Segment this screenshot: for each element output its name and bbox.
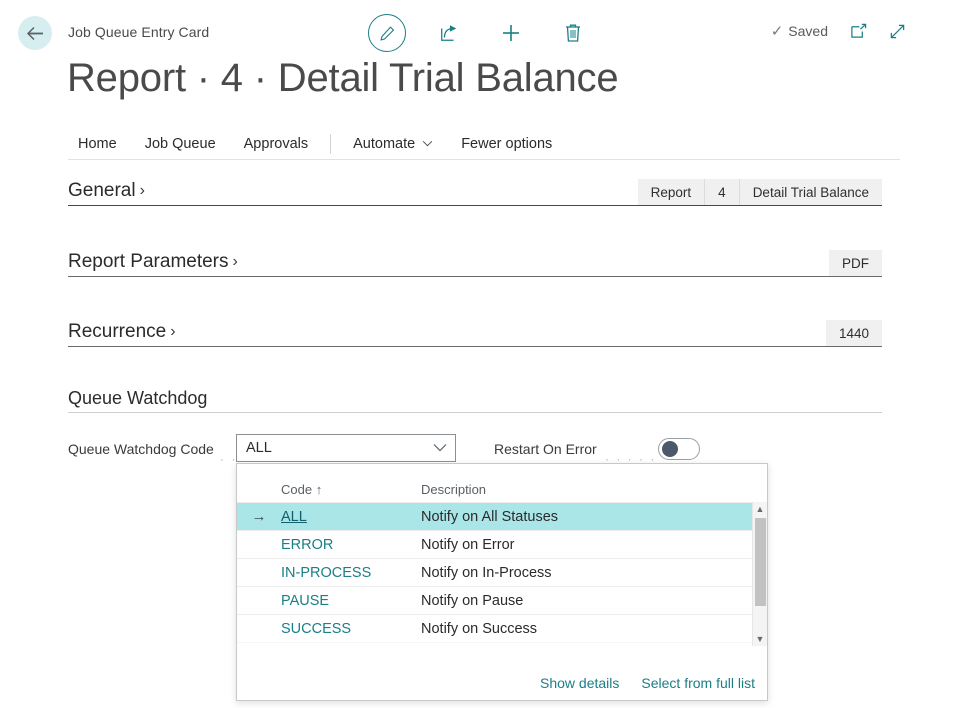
dropdown-footer: Show details Select from full list <box>237 666 768 700</box>
ribbon-item-job-queue[interactable]: Job Queue <box>131 131 230 157</box>
section-recurrence-title[interactable]: Recurrence › <box>68 321 176 346</box>
section-recurrence-chips: 1440 <box>826 320 882 346</box>
back-arrow-icon <box>26 26 45 41</box>
toggle-knob <box>662 441 678 457</box>
back-button[interactable] <box>18 16 52 50</box>
action-ribbon: Home Job Queue Approvals Automate Fewer … <box>68 128 900 160</box>
share-icon <box>439 23 459 43</box>
row-pointer-icon: → <box>237 508 281 525</box>
ribbon-item-home[interactable]: Home <box>68 131 131 157</box>
section-queue-watchdog: Queue Watchdog <box>68 383 882 413</box>
dropdown-rows: → ALL Notify on All Statuses ERROR Notif… <box>237 502 767 646</box>
ribbon-label: Job Queue <box>145 136 216 152</box>
trash-icon <box>564 23 582 43</box>
row-description: Notify on In-Process <box>421 565 767 581</box>
share-button[interactable] <box>430 14 468 52</box>
saved-label: Saved <box>788 23 828 39</box>
ribbon-item-approvals[interactable]: Approvals <box>230 131 322 157</box>
table-row[interactable]: IN-PROCESS Notify on In-Process <box>237 558 767 586</box>
section-report-parameters-title[interactable]: Report Parameters › <box>68 251 238 276</box>
table-row[interactable]: ERROR Notify on Error <box>237 530 767 558</box>
restart-on-error-toggle[interactable] <box>658 438 700 460</box>
restart-on-error-label: Restart On Error <box>494 441 597 457</box>
saved-group: ✓ Saved <box>771 22 906 40</box>
row-description: Notify on Success <box>421 621 767 637</box>
section-general-title[interactable]: General › <box>68 180 145 205</box>
dropdown-scrollbar[interactable]: ▲ ▼ <box>752 502 767 646</box>
scrollbar-thumb[interactable] <box>755 518 766 606</box>
section-report-parameters-chips: PDF <box>829 250 882 276</box>
ribbon-label: Fewer options <box>461 136 552 152</box>
toolbar-icons <box>368 14 592 52</box>
chip-id: 4 <box>704 179 739 205</box>
section-general-chips: Report 4 Detail Trial Balance <box>638 179 882 205</box>
ribbon-item-automate[interactable]: Automate <box>339 131 447 157</box>
section-queue-watchdog-title: Queue Watchdog <box>68 388 207 412</box>
expand-button[interactable] <box>889 23 906 40</box>
section-title-text: Recurrence <box>68 321 166 343</box>
ribbon-label: Home <box>78 136 117 152</box>
check-icon: ✓ <box>771 22 784 40</box>
row-code[interactable]: ALL <box>281 509 421 525</box>
section-general[interactable]: General › Report 4 Detail Trial Balance <box>68 172 882 206</box>
plus-icon <box>500 22 522 44</box>
queue-watchdog-code-dropdown: Code ↑ Description → ALL Notify on All S… <box>236 463 768 701</box>
chevron-down-icon <box>422 140 433 147</box>
row-description: Notify on All Statuses <box>421 509 767 525</box>
section-recurrence[interactable]: Recurrence › 1440 <box>68 313 882 347</box>
section-title-text: Report Parameters <box>68 251 229 273</box>
chip-report: Report <box>638 179 705 205</box>
saved-status: ✓ Saved <box>771 22 828 40</box>
page-title: Report · 4 · Detail Trial Balance <box>67 56 618 101</box>
queue-watchdog-code-label: Queue Watchdog Code <box>68 441 214 457</box>
section-title-text: General <box>68 180 136 202</box>
queue-watchdog-field-row: Queue Watchdog Code · · ALL Restart On E… <box>68 438 882 466</box>
dropdown-chevron-icon[interactable] <box>433 439 447 457</box>
chevron-down-icon <box>433 443 447 452</box>
breadcrumb[interactable]: Job Queue Entry Card <box>68 24 209 40</box>
table-row[interactable]: → ALL Notify on All Statuses <box>237 502 767 530</box>
ribbon-item-fewer-options[interactable]: Fewer options <box>447 131 566 157</box>
row-code[interactable]: SUCCESS <box>281 621 421 637</box>
open-in-new-window-button[interactable] <box>850 23 867 40</box>
chip-interval: 1440 <box>826 320 882 346</box>
job-queue-entry-card-page: Job Queue Entry Card <box>0 0 968 708</box>
scroll-up-icon[interactable]: ▲ <box>756 502 765 516</box>
row-code[interactable]: PAUSE <box>281 593 421 609</box>
table-row[interactable]: SUCCESS Notify on Success <box>237 614 767 642</box>
dropdown-column-headers: Code ↑ Description <box>237 464 767 502</box>
column-header-description[interactable]: Description <box>421 482 767 497</box>
delete-button[interactable] <box>554 14 592 52</box>
pencil-icon <box>379 25 396 42</box>
expand-icon <box>889 23 906 40</box>
chip-report-name: Detail Trial Balance <box>739 179 882 205</box>
row-description: Notify on Pause <box>421 593 767 609</box>
queue-watchdog-code-input[interactable]: ALL <box>236 434 456 462</box>
ribbon-label: Approvals <box>244 136 308 152</box>
ribbon-label: Automate <box>353 136 415 152</box>
new-button[interactable] <box>492 14 530 52</box>
scroll-down-icon[interactable]: ▼ <box>756 632 765 646</box>
queue-watchdog-code-value: ALL <box>246 440 272 456</box>
show-details-link[interactable]: Show details <box>540 675 619 691</box>
row-description: Notify on Error <box>421 537 767 553</box>
chip-pdf: PDF <box>829 250 882 276</box>
row-code[interactable]: IN-PROCESS <box>281 565 421 581</box>
table-row[interactable]: SUCCESS2 Notify on Success (different re… <box>237 642 767 646</box>
select-from-full-list-link[interactable]: Select from full list <box>641 675 755 691</box>
table-row[interactable]: PAUSE Notify on Pause <box>237 586 767 614</box>
column-header-code[interactable]: Code ↑ <box>281 482 421 497</box>
section-report-parameters[interactable]: Report Parameters › PDF <box>68 243 882 277</box>
edit-button[interactable] <box>368 14 406 52</box>
chevron-right-icon: › <box>233 253 238 271</box>
open-in-new-window-icon <box>850 23 867 40</box>
chevron-right-icon: › <box>170 323 175 341</box>
row-code[interactable]: ERROR <box>281 537 421 553</box>
chevron-right-icon: › <box>140 182 145 200</box>
ribbon-divider <box>330 134 331 154</box>
label-dot-fill: · · <box>220 452 234 466</box>
